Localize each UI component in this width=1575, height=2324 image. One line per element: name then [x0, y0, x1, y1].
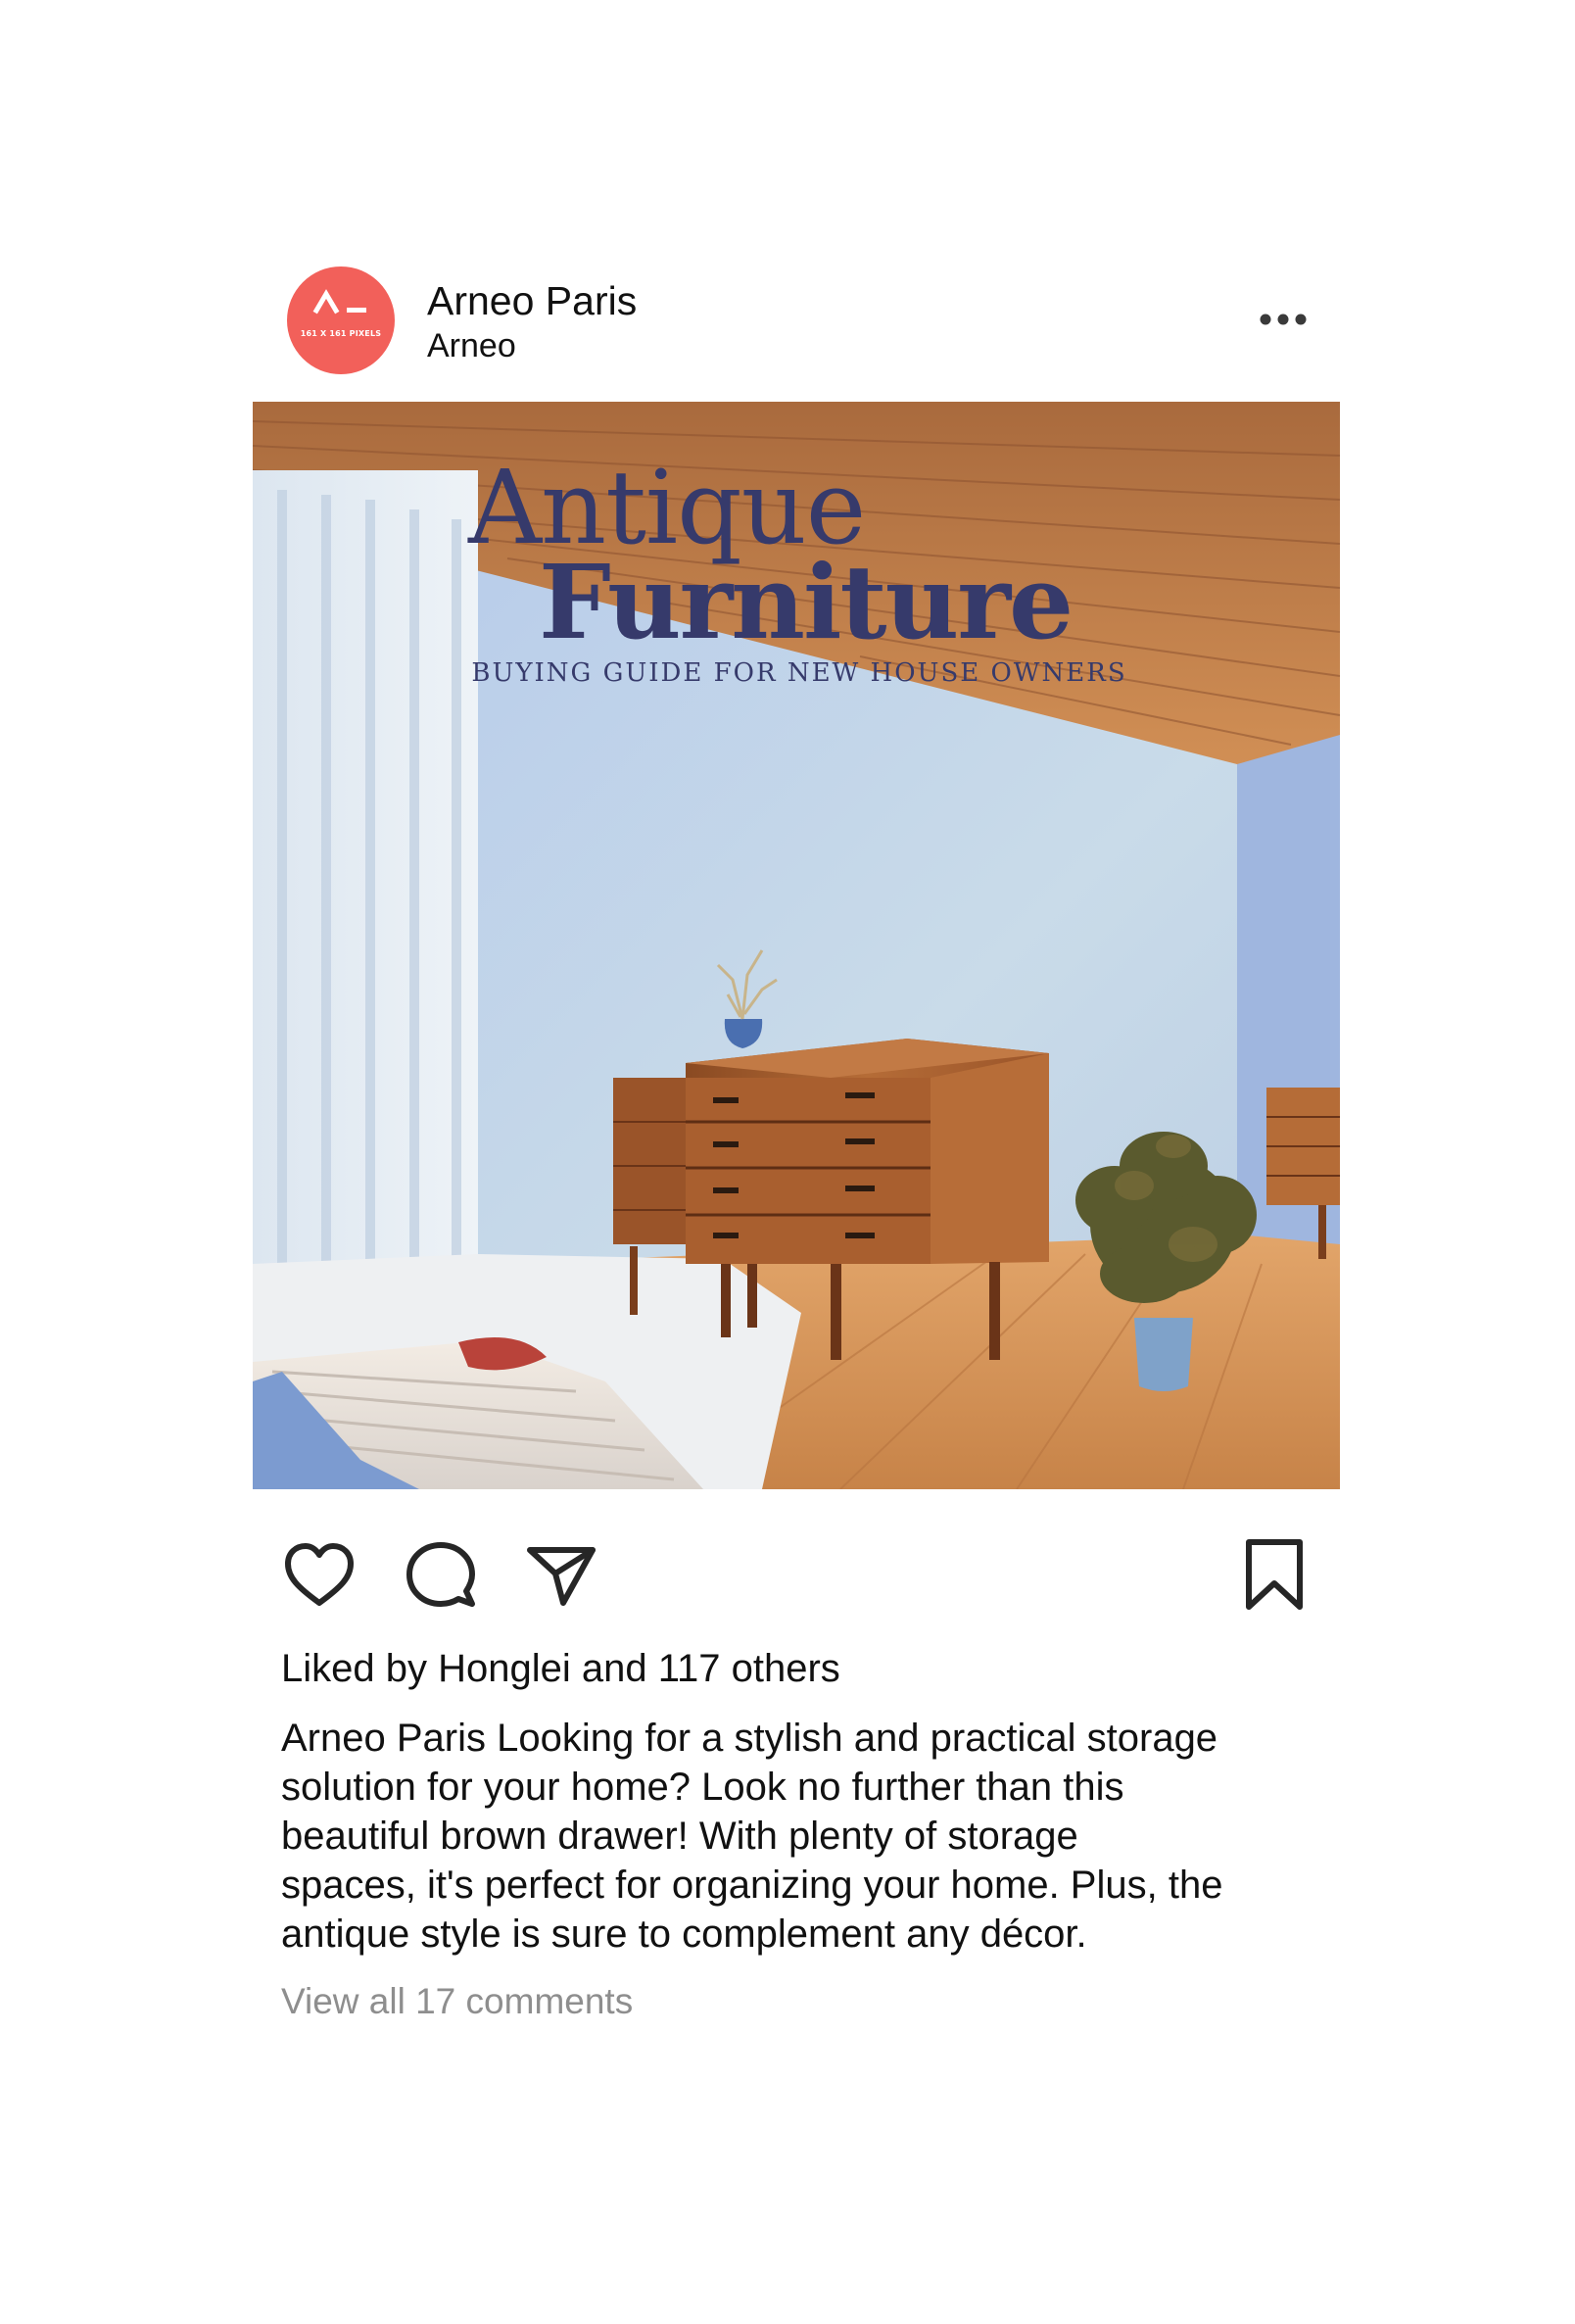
account-subtitle: Arneo [427, 327, 516, 364]
comment-icon[interactable] [402, 1536, 480, 1615]
caption-line: antique style is sure to complement any … [281, 1912, 1087, 1956]
more-horizontal-icon[interactable] [1254, 300, 1312, 339]
view-comments-link[interactable]: View all 17 comments [281, 1979, 633, 2024]
bookmark-icon[interactable] [1235, 1536, 1313, 1615]
post-actions [253, 1509, 1340, 1626]
post-image[interactable]: Antique Furniture BUYING GUIDE FOR NEW H… [253, 402, 1340, 1489]
send-icon[interactable] [522, 1536, 600, 1615]
post-header: 161 X 161 PIXELS Arneo Paris Arneo [253, 265, 1340, 377]
heart-icon[interactable] [280, 1536, 358, 1615]
caption-line: beautiful brown drawer! With plenty of s… [281, 1815, 1078, 1858]
caption-line: solution for your home? Look no further … [281, 1766, 1124, 1809]
post-caption: Arneo Paris Looking for a stylish and pr… [281, 1714, 1329, 1959]
arneo-logo-icon [312, 289, 366, 315]
account-name[interactable]: Arneo Paris [427, 278, 637, 323]
avatar[interactable]: 161 X 161 PIXELS [287, 266, 395, 374]
caption-line: spaces, it's perfect for organizing your… [281, 1864, 1223, 1907]
caption-line: Arneo Paris Looking for a stylish and pr… [281, 1717, 1218, 1760]
furniture-room-illustration [253, 402, 1340, 1489]
likes-count[interactable]: Liked by Honglei and 117 others [281, 1644, 840, 1693]
avatar-caption: 161 X 161 PIXELS [300, 329, 382, 338]
